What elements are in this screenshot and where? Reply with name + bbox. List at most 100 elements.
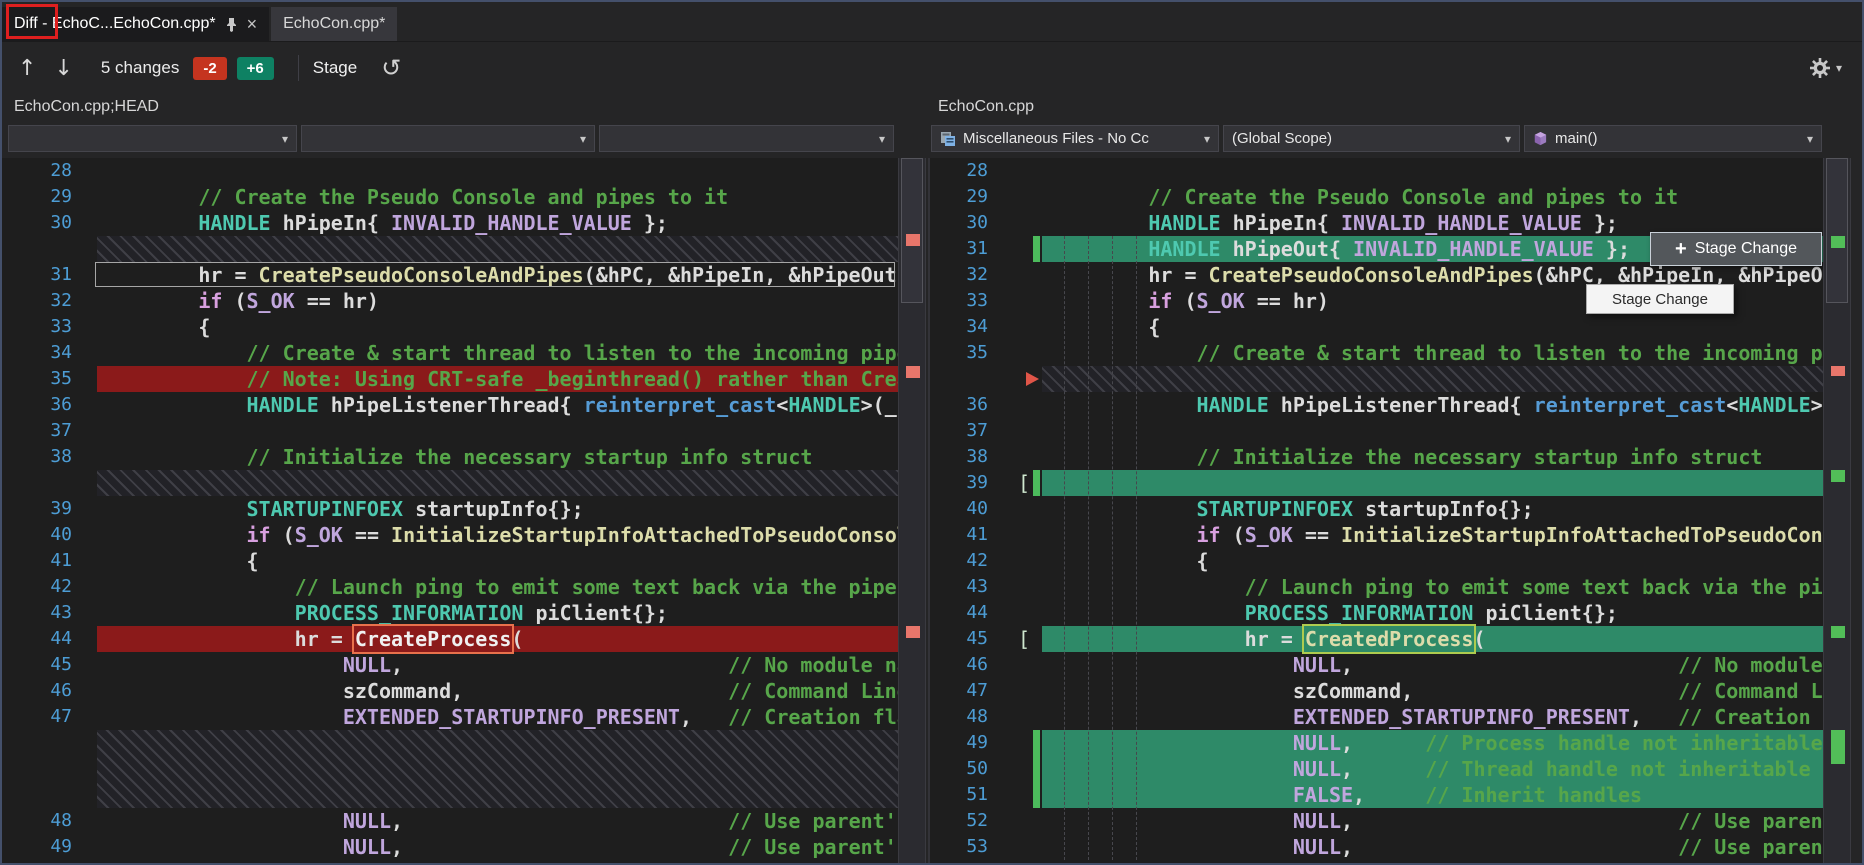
code-text: PROCESS_INFORMATION piClient{}; bbox=[102, 600, 668, 626]
code-line[interactable]: 37 bbox=[2, 418, 898, 444]
code-text: NULL, // No module name - use Command Li… bbox=[1052, 652, 1823, 678]
code-line[interactable]: 42 // Launch ping to emit some text back… bbox=[2, 574, 898, 600]
code-line[interactable]: 40 if (S_OK == InitializeStartupInfoAtta… bbox=[2, 522, 898, 548]
chevron-down-icon: ▾ bbox=[1807, 132, 1813, 146]
code-text: NULL, // Thread handle not inheritable bbox=[1052, 756, 1811, 782]
code-text: { bbox=[102, 314, 210, 340]
close-icon[interactable]: × bbox=[247, 15, 258, 33]
code-text: if (S_OK == InitializeStartupInfoAttache… bbox=[102, 522, 898, 548]
code-text: // Create & start thread to listen to th… bbox=[102, 340, 898, 366]
tab-echocon[interactable]: EchoCon.cpp* bbox=[271, 7, 397, 41]
code-line[interactable]: 31 hr = CreatePseudoConsoleAndPipes(&hPC… bbox=[2, 262, 898, 288]
pin-icon[interactable] bbox=[225, 17, 238, 32]
line-number: 28 bbox=[930, 158, 988, 184]
additions-badge: +6 bbox=[237, 57, 274, 80]
line-number: 41 bbox=[930, 522, 988, 548]
code-text: if (S_OK == hr) bbox=[1052, 288, 1329, 314]
code-text: NULL, // Use parent's environment block bbox=[1052, 808, 1823, 834]
stage-change-tooltip: Stage Change bbox=[1586, 284, 1734, 314]
code-line[interactable]: 46 szCommand, // Command Line bbox=[2, 678, 898, 704]
right-scrollbar[interactable] bbox=[1823, 158, 1851, 863]
code-line[interactable]: 28 bbox=[2, 158, 898, 184]
vs-diff-window: Diff - EchoC...EchoCon.cpp* × EchoCon.cp… bbox=[0, 0, 1864, 865]
scrollbar-mark bbox=[1831, 236, 1845, 248]
tab-echocon-label: EchoCon.cpp* bbox=[283, 15, 385, 33]
left-code-lines: 2829 // Create the Pseudo Console and pi… bbox=[2, 158, 898, 860]
code-line[interactable]: 36 HANDLE hPipeListenerThread{ reinterpr… bbox=[2, 392, 898, 418]
code-text: szCommand, // Command Line bbox=[102, 678, 898, 704]
left-scrollbar[interactable] bbox=[898, 158, 926, 863]
left-scope-dropdown[interactable]: ▾ bbox=[301, 125, 595, 152]
previous-change-button[interactable]: ↑ bbox=[18, 56, 36, 81]
code-line[interactable]: 45 NULL, // No module name - use Command… bbox=[2, 652, 898, 678]
code-line[interactable]: 41 { bbox=[2, 548, 898, 574]
left-diff-editor[interactable]: 2829 // Create the Pseudo Console and pi… bbox=[2, 158, 898, 863]
undo-button[interactable]: ↺ bbox=[381, 54, 401, 82]
code-text: NULL, // Use parent's starting directory bbox=[102, 834, 898, 860]
right-project-dropdown[interactable]: Miscellaneous Files - No Cc ▾ bbox=[931, 125, 1219, 152]
line-number: 48 bbox=[2, 808, 72, 834]
line-number: 40 bbox=[930, 496, 988, 522]
code-line[interactable]: 29 // Create the Pseudo Console and pipe… bbox=[2, 184, 898, 210]
outline-marker: [ bbox=[1018, 470, 1030, 496]
line-number: 44 bbox=[930, 600, 988, 626]
line-number: 36 bbox=[930, 392, 988, 418]
code-text: FALSE, // Inherit handles bbox=[1052, 782, 1642, 808]
code-line[interactable]: 39 STARTUPINFOEX startupInfo{}; bbox=[2, 496, 898, 522]
chevron-down-icon: ▾ bbox=[1836, 61, 1842, 75]
line-number: 45 bbox=[930, 626, 988, 652]
settings-gear-button[interactable]: ▾ bbox=[1810, 58, 1842, 78]
chevron-down-icon: ▾ bbox=[1505, 132, 1511, 146]
dropdown-value: Miscellaneous Files - No Cc bbox=[963, 130, 1149, 147]
dropdown-value: (Global Scope) bbox=[1232, 130, 1332, 147]
code-line[interactable]: 49 NULL, // Use parent's starting direct… bbox=[2, 834, 898, 860]
code-line[interactable]: 44 hr = CreateProcess( bbox=[2, 626, 898, 652]
line-number: 53 bbox=[930, 834, 988, 860]
left-project-dropdown[interactable]: ▾ bbox=[8, 125, 297, 152]
right-scope-dropdown[interactable]: (Global Scope) ▾ bbox=[1223, 125, 1520, 152]
chevron-down-icon: ▾ bbox=[580, 132, 586, 146]
stage-button[interactable]: Stage bbox=[313, 58, 357, 78]
plus-icon: + bbox=[1675, 239, 1687, 259]
line-number: 44 bbox=[2, 626, 72, 652]
code-text: HANDLE hPipeOut{ INVALID_HANDLE_VALUE }; bbox=[1052, 236, 1630, 262]
diff-toolbar: ↑ ↓ 5 changes -2 +6 Stage ↺ ▾ bbox=[2, 43, 1862, 93]
change-bar bbox=[1033, 470, 1040, 496]
code-text: HANDLE hPipeListenerThread{ reinterpret_… bbox=[102, 392, 898, 418]
line-number: 36 bbox=[2, 392, 72, 418]
toolbar-separator bbox=[298, 55, 299, 81]
code-line[interactable]: 34 // Create & start thread to listen to… bbox=[2, 340, 898, 366]
hatch-pattern bbox=[97, 236, 898, 262]
chevron-down-icon: ▾ bbox=[1204, 132, 1210, 146]
code-line[interactable]: 32 if (S_OK == hr) bbox=[2, 288, 898, 314]
code-line[interactable]: 43 PROCESS_INFORMATION piClient{}; bbox=[2, 600, 898, 626]
left-member-dropdown[interactable]: ▾ bbox=[599, 125, 894, 152]
current-diff-box bbox=[95, 262, 895, 287]
indent-guide bbox=[1064, 236, 1065, 860]
line-number: 30 bbox=[930, 210, 988, 236]
code-line[interactable]: 33 { bbox=[2, 314, 898, 340]
line-number: 41 bbox=[2, 548, 72, 574]
chevron-down-icon: ▾ bbox=[282, 132, 288, 146]
code-line[interactable]: 28 bbox=[930, 158, 1823, 184]
code-text: NULL, // Use parent's starting directory bbox=[1052, 834, 1823, 860]
scrollbar-thumb[interactable] bbox=[1826, 158, 1848, 303]
code-text: STARTUPINFOEX startupInfo{}; bbox=[1052, 496, 1534, 522]
code-line[interactable]: 38 // Initialize the necessary startup i… bbox=[2, 444, 898, 470]
scrollbar-thumb[interactable] bbox=[901, 158, 923, 303]
stage-change-button[interactable]: + Stage Change bbox=[1650, 232, 1822, 266]
tab-bar: Diff - EchoC...EchoCon.cpp* × EchoCon.cp… bbox=[2, 2, 1862, 42]
stage-change-label: Stage Change bbox=[1695, 240, 1797, 258]
code-line[interactable]: 48 NULL, // Use parent's environment blo… bbox=[2, 808, 898, 834]
code-text: if (S_OK == hr) bbox=[102, 288, 379, 314]
code-line[interactable]: 35 // Note: Using CRT-safe _beginthread(… bbox=[2, 366, 898, 392]
code-line[interactable]: 30 HANDLE hPipeIn{ INVALID_HANDLE_VALUE … bbox=[2, 210, 898, 236]
right-diff-editor[interactable]: 2829 // Create the Pseudo Console and pi… bbox=[928, 158, 1823, 863]
next-change-button[interactable]: ↓ bbox=[54, 56, 72, 81]
line-number: 45 bbox=[2, 652, 72, 678]
code-text: EXTENDED_STARTUPINFO_PRESENT, // Creatio… bbox=[1052, 704, 1823, 730]
code-line[interactable]: 29 // Create the Pseudo Console and pipe… bbox=[930, 184, 1823, 210]
code-text: NULL, // Process handle not inheritable bbox=[1052, 730, 1823, 756]
right-member-dropdown[interactable]: main() ▾ bbox=[1524, 125, 1822, 152]
code-line[interactable]: 47 EXTENDED_STARTUPINFO_PRESENT, // Crea… bbox=[2, 704, 898, 730]
